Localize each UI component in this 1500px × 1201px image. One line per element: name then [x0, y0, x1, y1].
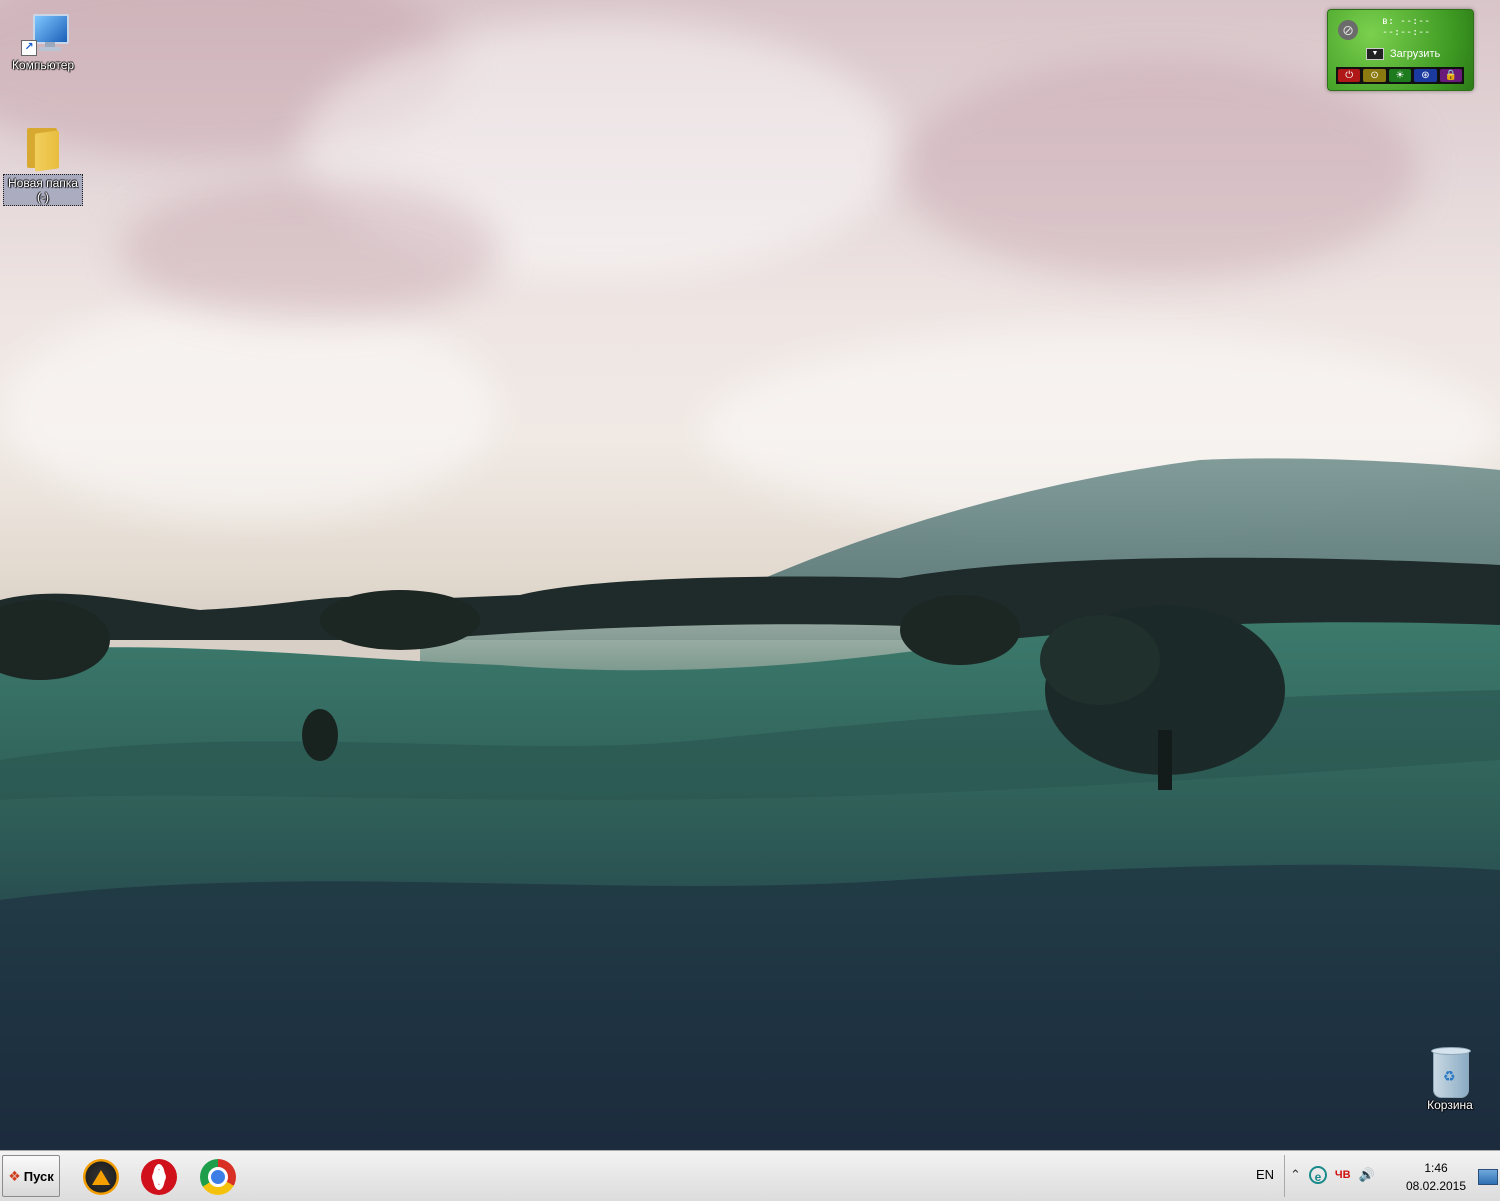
clock-time: 1:46 [1424, 1161, 1448, 1175]
taskbar-app-aimp[interactable] [83, 1159, 119, 1195]
shutdown-timer-gadget: ⊘ в: --:-- --:--:-- ▼ Загрузить ⏻ ⊙ ☀ ⊛ … [1327, 9, 1474, 91]
show-desktop-button[interactable] [1478, 1169, 1498, 1185]
timer-line-1: в: --:-- [1382, 16, 1431, 27]
opera-icon [153, 1164, 165, 1190]
disabled-icon[interactable]: ⊘ [1338, 20, 1358, 40]
tray-red-icon[interactable]: ЧВ [1335, 1165, 1351, 1185]
landscape-graphic [0, 458, 1500, 1150]
restart-icon[interactable]: ⊙ [1363, 69, 1386, 82]
desktop-icon-computer[interactable]: ↗ Компьютер [3, 12, 83, 72]
desktop-wallpaper [0, 0, 1500, 1150]
taskbar-app-chrome[interactable] [200, 1159, 236, 1195]
chrome-icon [208, 1167, 228, 1187]
desktop-icon-label: Компьютер [11, 58, 75, 72]
system-tray: ⌃ e ЧВ 🔊 [1290, 1165, 1375, 1185]
ie-icon[interactable]: e [1308, 1166, 1327, 1184]
desktop-icon-recycle-bin[interactable]: ♻ Корзина [1410, 1044, 1490, 1112]
aimp-icon [92, 1169, 110, 1185]
dropdown-button[interactable]: ▼ [1366, 48, 1384, 60]
desktop-icon-label: Новая папка [8, 176, 78, 190]
folder-icon [23, 124, 63, 172]
shortcut-arrow-icon: ↗ [21, 40, 37, 56]
load-label[interactable]: Загрузить [1390, 48, 1440, 60]
tray-divider [1284, 1155, 1285, 1197]
taskbar-app-opera[interactable] [141, 1159, 177, 1195]
computer-icon: ↗ [19, 12, 69, 58]
logoff-icon[interactable]: ⊛ [1414, 69, 1437, 82]
volume-icon[interactable]: 🔊 [1359, 1165, 1375, 1185]
load-row: ▼ Загрузить [1366, 48, 1440, 60]
start-button-label: Пуск [23, 1168, 54, 1184]
desktop-icon-new-folder[interactable]: Новая папка (-) [3, 124, 83, 206]
start-button[interactable]: ❖ Пуск [2, 1155, 60, 1197]
desktop-icon-sublabel: (-) [37, 190, 49, 204]
power-icon[interactable]: ⏻ [1338, 69, 1361, 82]
timer-line-2: --:--:-- [1382, 27, 1431, 38]
show-hidden-icons-icon[interactable]: ⌃ [1290, 1165, 1301, 1185]
recycle-bin-icon: ♻ [1429, 1044, 1471, 1098]
windows-logo-icon: ❖ [8, 1167, 21, 1184]
clock[interactable]: 1:46 08.02.2015 [1398, 1159, 1474, 1195]
timer-display: в: --:-- --:--:-- [1382, 16, 1430, 38]
clock-date: 08.02.2015 [1405, 1179, 1467, 1193]
sleep-icon[interactable]: ☀ [1388, 69, 1412, 82]
desktop-icon-label: Корзина [1427, 1098, 1473, 1112]
language-indicator[interactable]: EN [1256, 1167, 1274, 1182]
gadget-button-bar: ⏻ ⊙ ☀ ⊛ 🔒 [1336, 67, 1464, 84]
taskbar: ❖ Пуск EN ⌃ e ЧВ 🔊 1:46 08.02.2015 [0, 1150, 1500, 1201]
lock-icon[interactable]: 🔒 [1439, 69, 1463, 82]
